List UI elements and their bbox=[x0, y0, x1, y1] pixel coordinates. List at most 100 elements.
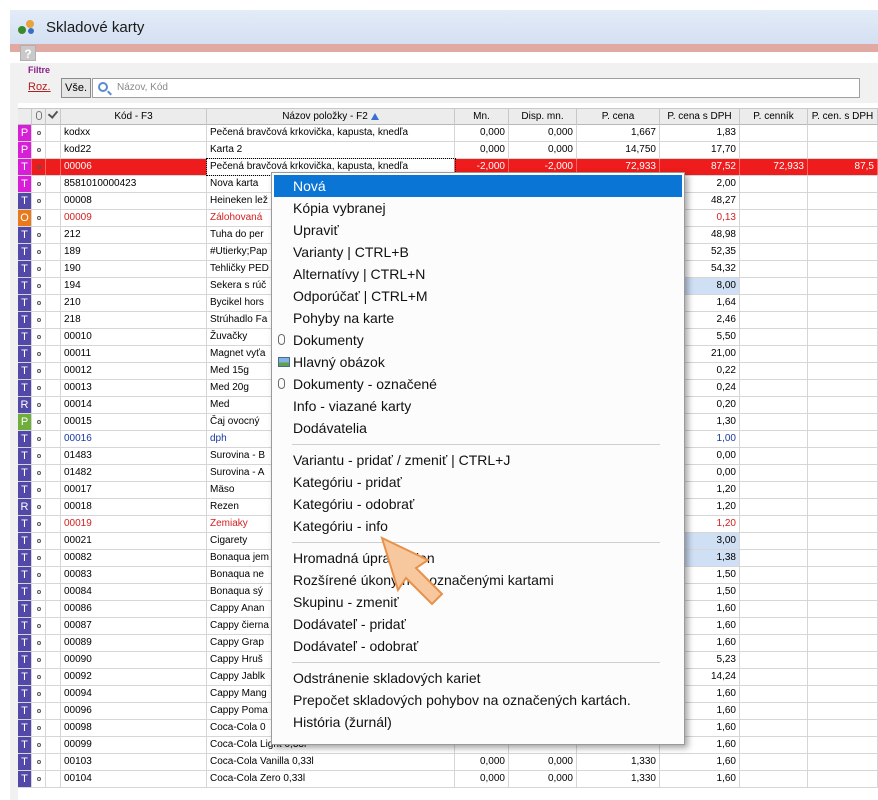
column-header-2[interactable] bbox=[46, 109, 61, 125]
column-header-4[interactable]: Názov položky - F2 bbox=[207, 109, 455, 125]
menu-item[interactable]: História (žurnál) bbox=[274, 711, 682, 733]
menu-item[interactable]: Alternatívy | CTRL+N bbox=[274, 263, 682, 285]
context-menu[interactable]: Nová Kópia vybranej Upraviť Varianty | CTRL… bbox=[271, 172, 685, 745]
menu-item[interactable]: Skupinu - zmeniť bbox=[274, 591, 682, 613]
pricelist-vat-cell bbox=[808, 261, 878, 277]
menu-item[interactable]: Dodávateľ - odobrať bbox=[274, 635, 682, 657]
attachment-cell bbox=[32, 771, 46, 787]
menu-item[interactable]: Kategóriu - info bbox=[274, 515, 682, 537]
code-cell: 00010 bbox=[61, 329, 207, 345]
image-icon bbox=[278, 357, 290, 367]
menu-separator bbox=[292, 662, 660, 663]
code-cell: 00017 bbox=[61, 482, 207, 498]
attachment-cell bbox=[32, 465, 46, 481]
menu-item[interactable]: Upraviť bbox=[274, 219, 682, 241]
column-header-0[interactable] bbox=[18, 109, 32, 125]
code-cell: 00006 bbox=[61, 159, 207, 175]
name-cell: Coca-Cola Vanilla 0,33l bbox=[207, 754, 455, 770]
attachment-dot-icon bbox=[36, 522, 41, 526]
type-badge: T bbox=[18, 363, 32, 379]
menu-item-label: Info - viazané karty bbox=[293, 398, 412, 414]
pricelist-vat-cell bbox=[808, 227, 878, 243]
menu-item[interactable]: Hlavný obázok bbox=[274, 351, 682, 373]
menu-item[interactable]: Kategóriu - odobrať bbox=[274, 493, 682, 515]
window-titlebar: Skladové karty bbox=[10, 10, 878, 44]
menu-item-label: Kópia vybranej bbox=[293, 200, 386, 216]
code-cell: 190 bbox=[61, 261, 207, 277]
menu-item[interactable]: Dokumenty - označené bbox=[274, 373, 682, 395]
menu-item[interactable]: Dodávateľ - pridať bbox=[274, 613, 682, 635]
column-header-7[interactable]: P. cena bbox=[577, 109, 660, 125]
menu-item[interactable]: Odstránenie skladových kariet bbox=[274, 667, 682, 689]
type-badge: T bbox=[18, 720, 32, 736]
column-header-8[interactable]: P. cena s DPH bbox=[660, 109, 740, 125]
menu-item-label: Rozšírené úkony nad označenými kartami bbox=[293, 572, 554, 588]
check-cell bbox=[46, 414, 61, 430]
table-row[interactable]: T 00104 Coca-Cola Zero 0,33l 0,000 0,000 1,33… bbox=[18, 771, 878, 788]
table-row[interactable]: T 00103 Coca-Cola Vanilla 0,33l 0,000 0,000 1… bbox=[18, 754, 878, 771]
pricelist-vat-cell bbox=[808, 482, 878, 498]
pricelist-vat-cell bbox=[808, 550, 878, 566]
pricelist-cell bbox=[740, 584, 808, 600]
help-icon[interactable]: ? bbox=[20, 45, 36, 61]
pricelist-vat-cell bbox=[808, 737, 878, 753]
pricelist-vat-cell bbox=[808, 295, 878, 311]
menu-item[interactable]: Odporúčať | CTRL+M bbox=[274, 285, 682, 307]
menu-item[interactable]: Kategóriu - pridať bbox=[274, 471, 682, 493]
column-header-5[interactable]: Mn. bbox=[455, 109, 509, 125]
menu-item[interactable]: Varianty | CTRL+B bbox=[274, 241, 682, 263]
pricelist-vat-cell bbox=[808, 363, 878, 379]
attachment-cell bbox=[32, 533, 46, 549]
menu-item[interactable]: Info - viazané karty bbox=[274, 395, 682, 417]
column-header-1[interactable] bbox=[32, 109, 46, 125]
menu-item[interactable]: Prepočet skladových pohybov na označenýc… bbox=[274, 689, 682, 711]
pricelist-vat-cell: 87,5 bbox=[808, 159, 878, 175]
pricelist-cell bbox=[740, 669, 808, 685]
column-header-6[interactable]: Disp. mn. bbox=[509, 109, 577, 125]
attachment-cell bbox=[32, 227, 46, 243]
attachment-dot-icon bbox=[36, 505, 41, 509]
roz-link[interactable]: Roz. bbox=[28, 81, 51, 93]
check-cell bbox=[46, 584, 61, 600]
column-header-3[interactable]: Kód - F3 bbox=[61, 109, 207, 125]
menu-item[interactable]: Dodávatelia bbox=[274, 417, 682, 439]
attachment-cell bbox=[32, 210, 46, 226]
attachment-cell bbox=[32, 278, 46, 294]
available-cell: 0,000 bbox=[509, 125, 577, 141]
column-header-9[interactable]: P. cenník bbox=[740, 109, 808, 125]
type-badge: T bbox=[18, 465, 32, 481]
search-input[interactable]: Názov, Kód bbox=[92, 78, 860, 98]
type-badge: T bbox=[18, 618, 32, 634]
attachment-dot-icon bbox=[36, 318, 41, 322]
attachment-dot-icon bbox=[36, 182, 41, 186]
column-header-10[interactable]: P. cen. s DPH bbox=[808, 109, 878, 125]
menu-item-label: Hlavný obázok bbox=[293, 354, 385, 370]
pricelist-cell bbox=[740, 244, 808, 260]
table-row[interactable]: Pkodxx Pečená bravčová krkovička, kapusta… bbox=[18, 125, 878, 142]
code-cell: 00083 bbox=[61, 567, 207, 583]
menu-item[interactable]: Nová bbox=[274, 175, 682, 197]
menu-item[interactable]: Pohyby na karte bbox=[274, 307, 682, 329]
price-vat-cell: 1,83 bbox=[660, 125, 740, 141]
menu-item[interactable]: Rozšírené úkony nad označenými kartami bbox=[274, 569, 682, 591]
type-badge: T bbox=[18, 601, 32, 617]
menu-item-label: História (žurnál) bbox=[293, 714, 392, 730]
menu-item-label: Kategóriu - info bbox=[293, 518, 388, 534]
pricelist-vat-cell bbox=[808, 635, 878, 651]
attachment-dot-icon bbox=[36, 743, 41, 747]
menu-item[interactable]: Kópia vybranej bbox=[274, 197, 682, 219]
check-cell bbox=[46, 499, 61, 515]
check-cell bbox=[46, 125, 61, 141]
menu-item[interactable]: Variantu - pridať / zmeniť | CTRL+J bbox=[274, 449, 682, 471]
pricelist-cell bbox=[740, 295, 808, 311]
pricelist-cell bbox=[740, 771, 808, 787]
code-cell: 00019 bbox=[61, 516, 207, 532]
vse-button[interactable]: Vše. bbox=[61, 78, 91, 98]
attachment-cell bbox=[32, 414, 46, 430]
sort-ascending-icon bbox=[370, 113, 379, 120]
menu-item[interactable]: Hromadná úprava cien bbox=[274, 547, 682, 569]
attachment-cell bbox=[32, 363, 46, 379]
table-row[interactable]: Pkod22 Karta 2 0,000 0,000 14,750 17,70 bbox=[18, 142, 878, 159]
check-cell bbox=[46, 703, 61, 719]
menu-item[interactable]: Dokumenty bbox=[274, 329, 682, 351]
